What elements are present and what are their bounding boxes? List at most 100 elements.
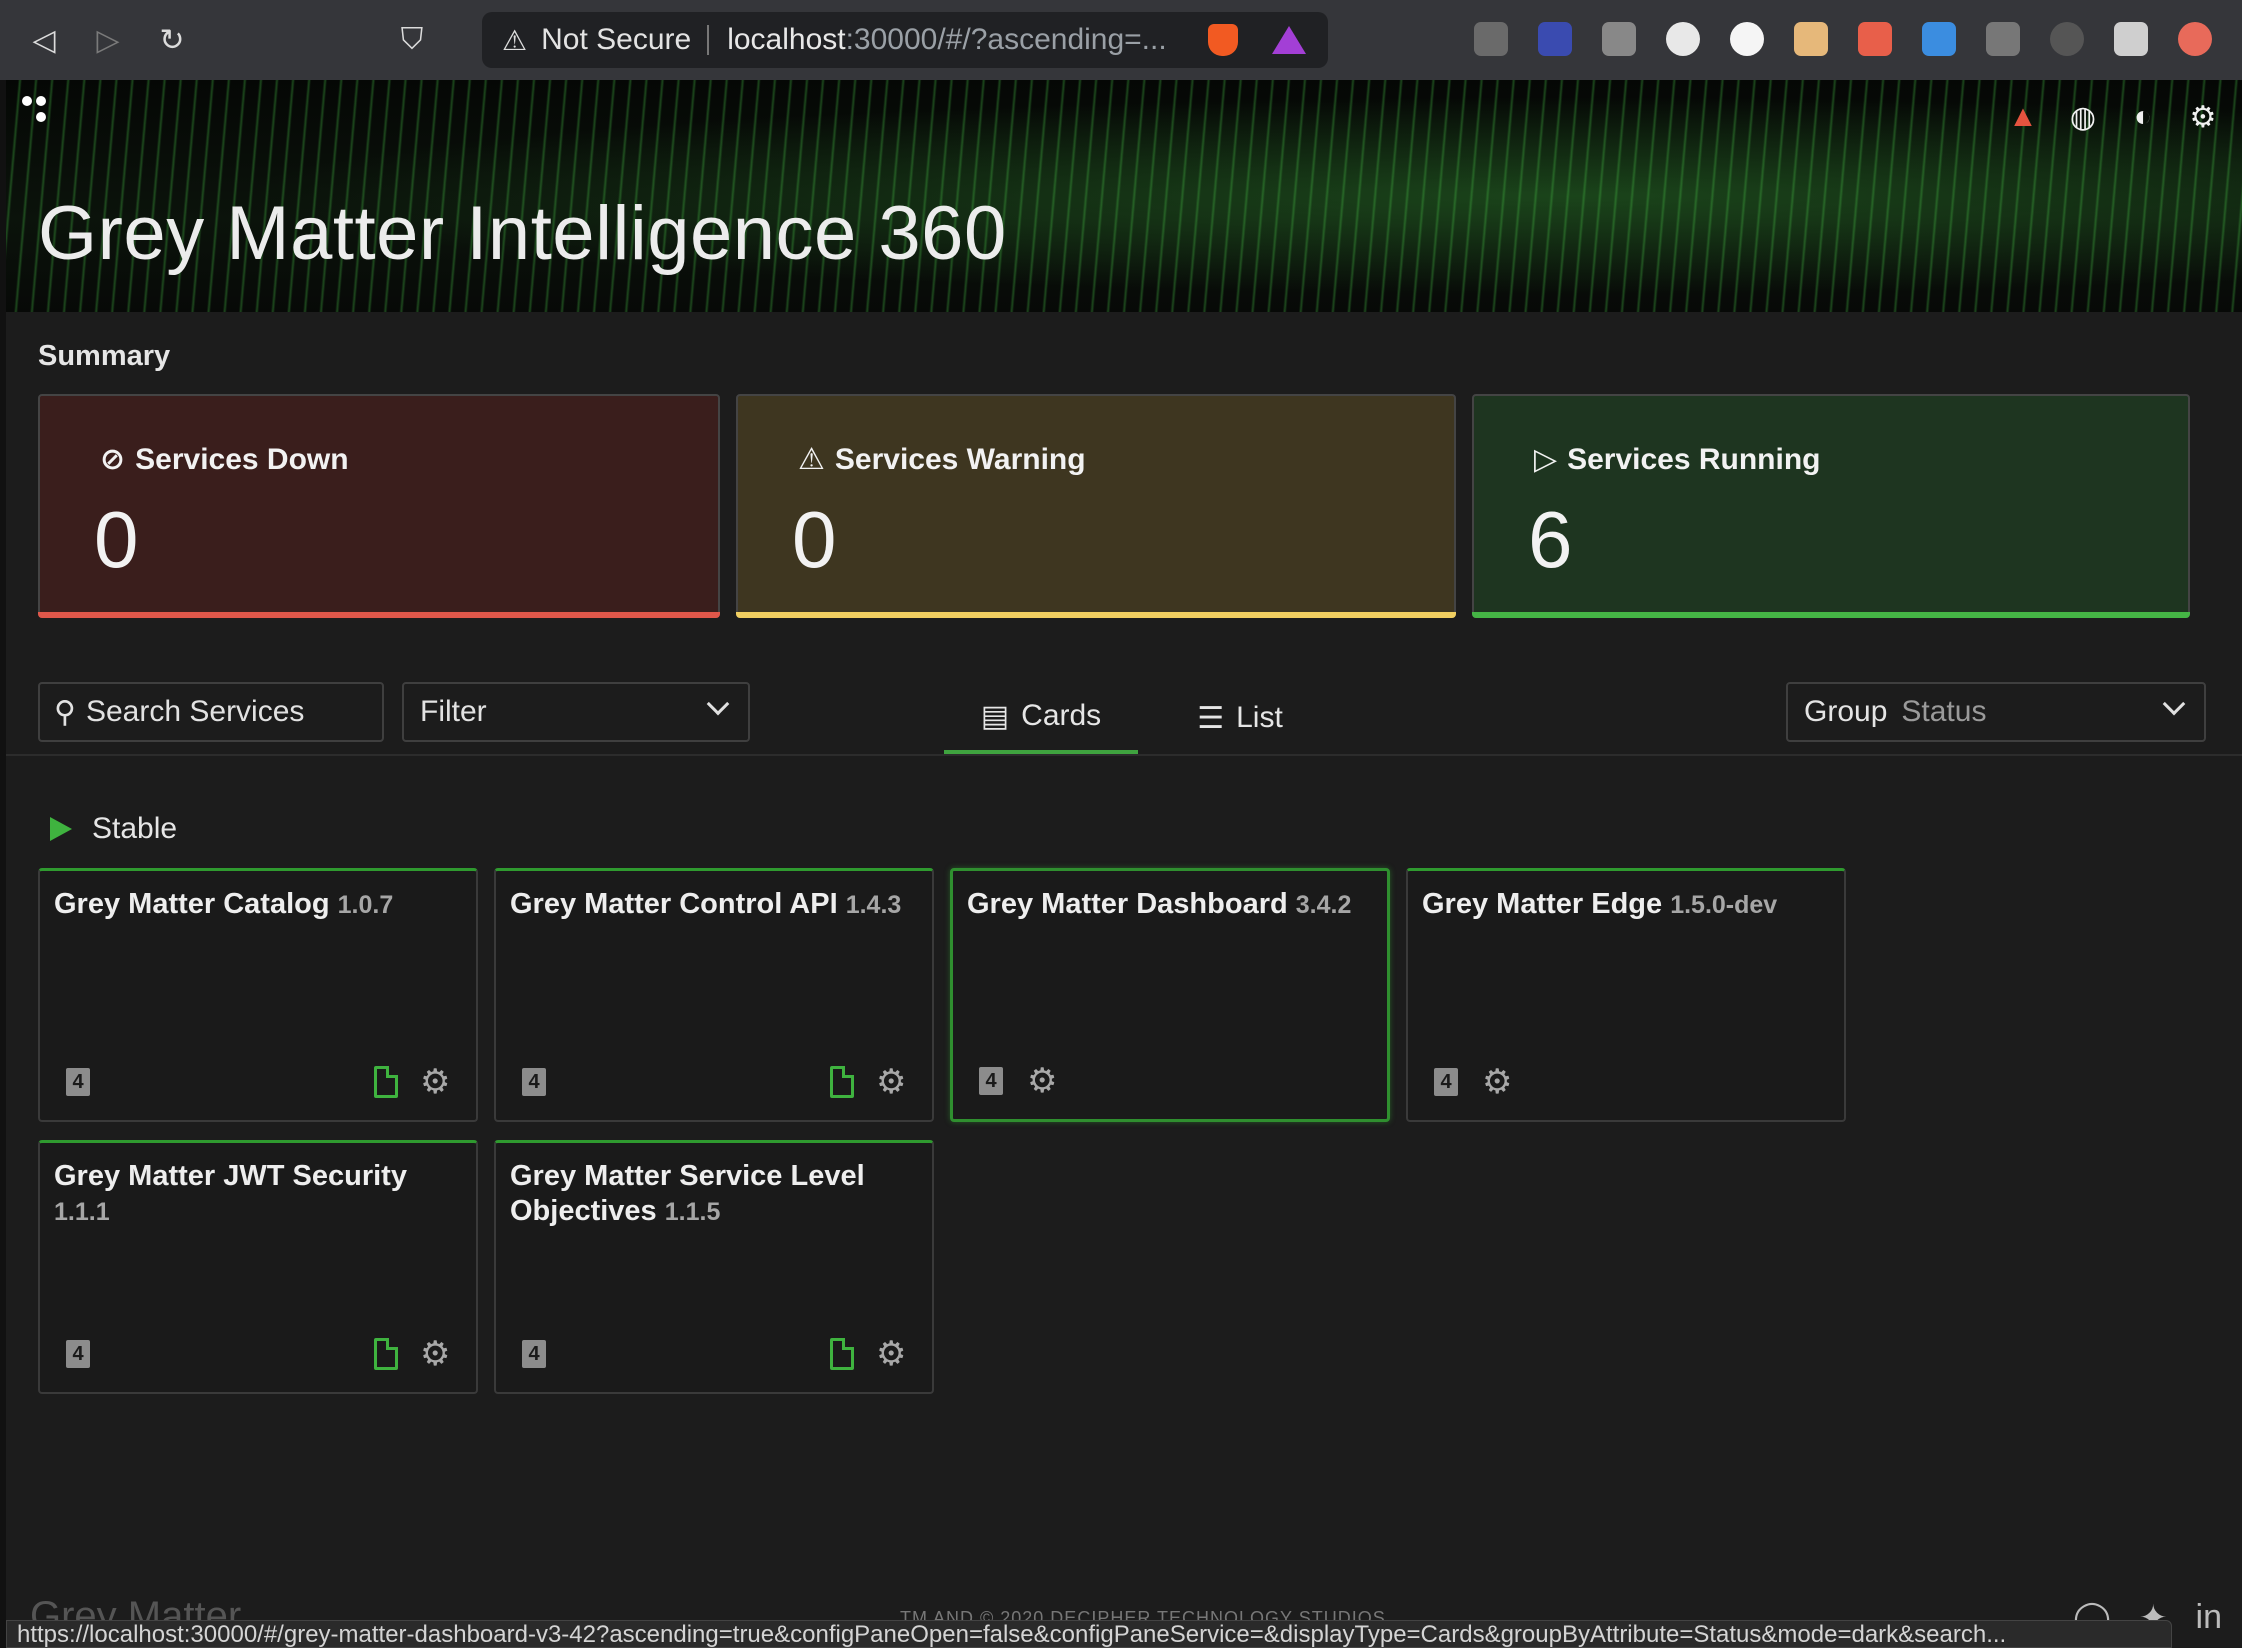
header-actions: ▲ ◍ ◐ ⚙ bbox=[2004, 98, 2222, 136]
gem-extension-icon[interactable] bbox=[1922, 22, 1956, 56]
gear-icon[interactable]: ⚙ bbox=[420, 1336, 450, 1372]
services-running-card[interactable]: ▷ Services Running 6 bbox=[1472, 394, 2190, 618]
service-card[interactable]: Grey Matter Service Level Objectives 1.1… bbox=[494, 1140, 934, 1394]
cards-icon: ▤ bbox=[980, 699, 1010, 733]
service-card[interactable]: Grey Matter Edge 1.5.0-dev 4 ⚙ bbox=[1406, 868, 1846, 1122]
service-version: 3.4.2 bbox=[1295, 891, 1352, 919]
document-icon[interactable] bbox=[830, 1338, 854, 1370]
ghost-extension-icon[interactable] bbox=[1730, 22, 1764, 56]
document-icon[interactable] bbox=[374, 1066, 398, 1098]
search-placeholder: Search Services bbox=[85, 695, 305, 728]
service-name: Grey Matter JWT Security bbox=[54, 1160, 407, 1192]
service-name: Grey Matter Edge bbox=[1422, 888, 1663, 920]
reload-icon[interactable]: ↻ bbox=[152, 20, 192, 60]
security-label: Not Secure bbox=[541, 23, 692, 56]
alert-icon[interactable]: ▲ bbox=[2004, 98, 2042, 136]
services-warning-card[interactable]: ⚠ Services Warning 0 bbox=[736, 394, 1456, 618]
reader-extension-icon[interactable] bbox=[1474, 22, 1508, 56]
service-card[interactable]: Grey Matter Dashboard 3.4.2 4 ⚙ bbox=[950, 868, 1390, 1122]
service-version: 1.5.0-dev bbox=[1670, 891, 1778, 919]
instance-count-badge: 4 bbox=[66, 1340, 90, 1368]
app-logo[interactable] bbox=[22, 96, 62, 136]
service-card[interactable]: Grey Matter Catalog 1.0.7 4 ⚙ bbox=[38, 868, 478, 1122]
chevron-down-icon bbox=[706, 692, 730, 716]
face-extension-icon[interactable] bbox=[1794, 22, 1828, 56]
service-version: 1.4.3 bbox=[845, 891, 902, 919]
url-host: localhost bbox=[727, 23, 846, 56]
brave-rewards-icon[interactable] bbox=[1272, 26, 1306, 54]
info-extension-icon[interactable] bbox=[2050, 22, 2084, 56]
update-icon[interactable] bbox=[2178, 22, 2212, 56]
gear-icon[interactable]: ⚙ bbox=[876, 1336, 906, 1372]
services-warning-count: 0 bbox=[792, 495, 837, 584]
tab-list[interactable]: ☰ List bbox=[1178, 682, 1302, 754]
tab-cards-label: Cards bbox=[1021, 699, 1102, 732]
warning-status-bar bbox=[736, 612, 1456, 618]
filter-label: Filter bbox=[420, 695, 487, 728]
browser-toolbar: ◁ ▷ ↻ ⛉ ⚠ Not Secure localhost:30000/#/?… bbox=[0, 0, 2242, 80]
shield-extension-icon[interactable] bbox=[1602, 22, 1636, 56]
hero-banner: Grey Matter Intelligence 360 ▲ ◍ ◐ ⚙ bbox=[6, 80, 2242, 312]
gear-icon[interactable]: ⚙ bbox=[1482, 1064, 1512, 1100]
group-by-select[interactable]: Group Status bbox=[1786, 682, 2206, 742]
instance-count-badge: 4 bbox=[1434, 1068, 1458, 1096]
instance-count-badge: 4 bbox=[979, 1067, 1003, 1095]
group-label: Group bbox=[1804, 695, 1888, 728]
services-warning-label: Services Warning bbox=[834, 442, 1086, 476]
play-icon: ▷ bbox=[1534, 443, 1558, 476]
filter-select[interactable]: Filter bbox=[402, 682, 750, 742]
divider bbox=[6, 754, 2242, 756]
chevron-down-icon bbox=[2162, 692, 2186, 716]
document-icon[interactable] bbox=[374, 1338, 398, 1370]
service-name: Grey Matter Catalog bbox=[54, 888, 330, 920]
brave-shield-icon[interactable] bbox=[1208, 24, 1238, 56]
bookmark-icon[interactable]: ⛉ bbox=[392, 20, 432, 60]
services-down-card[interactable]: ⊘ Services Down 0 bbox=[38, 394, 720, 618]
warning-icon: ⚠ bbox=[502, 24, 528, 56]
tab-cards[interactable]: ▤ Cards bbox=[944, 682, 1138, 754]
address-bar[interactable]: ⚠ Not Secure localhost:30000/#/?ascendin… bbox=[482, 12, 1328, 68]
service-name: Grey Matter Dashboard bbox=[967, 888, 1288, 920]
tab-list-label: List bbox=[1236, 701, 1283, 734]
services-down-count: 0 bbox=[94, 495, 139, 584]
service-version: 1.1.1 bbox=[54, 1198, 110, 1226]
url-rest: :30000/#/?ascending=... bbox=[845, 23, 1167, 56]
theme-icon[interactable]: ◐ bbox=[2124, 98, 2162, 136]
settings-toggle-icon[interactable]: ⚙ bbox=[2184, 98, 2222, 136]
services-running-label: Services Running bbox=[1567, 442, 1821, 476]
forward-icon[interactable]: ▷ bbox=[88, 20, 128, 60]
gear-icon[interactable]: ⚙ bbox=[876, 1064, 906, 1100]
gear-icon[interactable]: ⚙ bbox=[420, 1064, 450, 1100]
globe-icon[interactable]: ◍ bbox=[2064, 98, 2102, 136]
service-name: Grey Matter Control API bbox=[510, 888, 838, 920]
search-icon: ⚲ bbox=[54, 695, 76, 729]
group-header-stable[interactable]: Stable bbox=[50, 812, 177, 846]
gear-icon[interactable]: ⚙ bbox=[1027, 1063, 1057, 1099]
service-version: 1.1.5 bbox=[664, 1198, 721, 1226]
down-status-bar bbox=[38, 612, 720, 618]
code-extension-icon[interactable] bbox=[1666, 22, 1700, 56]
group-value: Status bbox=[1901, 695, 1987, 728]
document-icon[interactable] bbox=[830, 1066, 854, 1098]
link-status-bar: https://localhost:30000/#/grey-matter-da… bbox=[6, 1620, 2172, 1648]
warning-triangle-icon: ⚠ bbox=[798, 443, 825, 476]
window-edge bbox=[0, 80, 6, 1648]
group-name: Stable bbox=[92, 812, 178, 845]
instance-count-badge: 4 bbox=[522, 1068, 546, 1096]
services-running-count: 6 bbox=[1528, 495, 1573, 584]
down-icon: ⊘ bbox=[100, 443, 126, 476]
search-input[interactable]: ⚲ Search Services bbox=[38, 682, 384, 742]
service-version: 1.0.7 bbox=[337, 891, 394, 919]
copy-extension-icon[interactable] bbox=[1986, 22, 2020, 56]
instance-count-badge: 4 bbox=[66, 1068, 90, 1096]
service-card[interactable]: Grey Matter Control API 1.4.3 4 ⚙ bbox=[494, 868, 934, 1122]
zotero-extension-icon[interactable] bbox=[1538, 22, 1572, 56]
back-icon[interactable]: ◁ bbox=[24, 20, 64, 60]
puzzle-extension-icon[interactable] bbox=[2114, 22, 2148, 56]
list-icon: ☰ bbox=[1197, 701, 1225, 735]
instance-count-badge: 4 bbox=[522, 1340, 546, 1368]
tree-extension-icon[interactable] bbox=[1858, 22, 1892, 56]
linkedin-icon[interactable]: in bbox=[2196, 1598, 2222, 1638]
separator bbox=[707, 25, 710, 55]
service-card[interactable]: Grey Matter JWT Security 1.1.1 4 ⚙ bbox=[38, 1140, 478, 1394]
